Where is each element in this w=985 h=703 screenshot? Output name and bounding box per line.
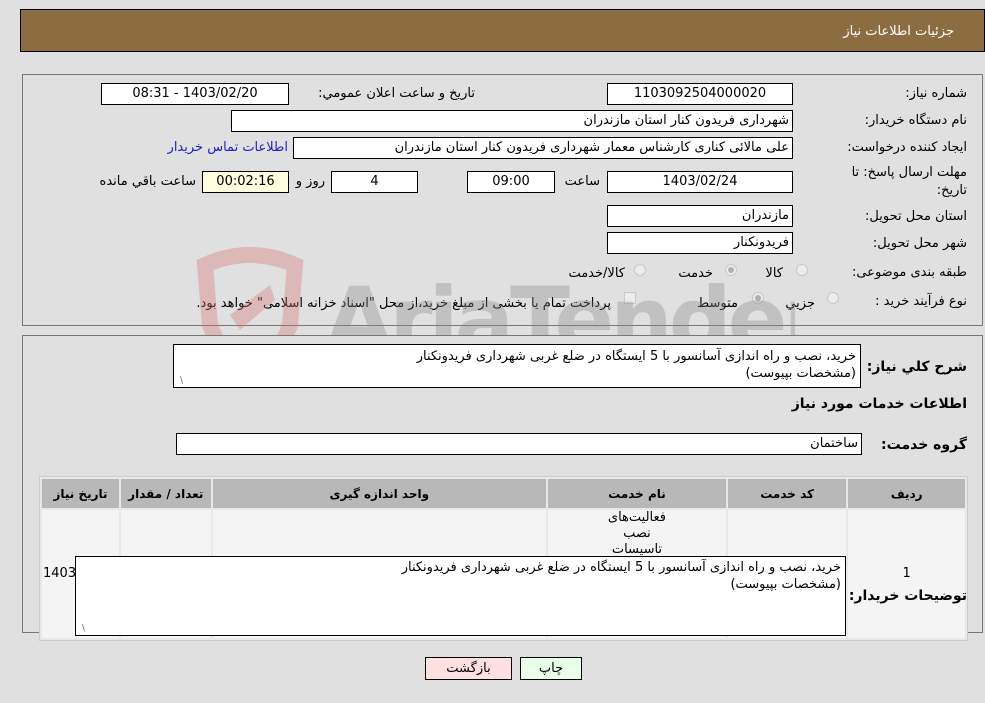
col-row-number: ردیف — [848, 479, 965, 508]
deadline-time-label: ساعت — [564, 174, 600, 189]
city-field: فریدونکنار — [607, 232, 793, 254]
remaining-days-field: 4 — [331, 171, 418, 193]
need-number-label: شماره نیاز: — [905, 86, 967, 101]
col-service-name: نام خدمت — [547, 479, 726, 508]
service-group-field: ساختمان — [176, 433, 862, 455]
buyer-notes-line1: خرید، نصب و راه اندازی آسانسور با 5 ایست… — [401, 560, 841, 575]
resize-grip-icon[interactable]: ∖ — [176, 377, 184, 386]
general-desc-line1: خرید، نصب و راه اندازی آسانسور با 5 ایست… — [416, 349, 856, 364]
buyer-org-label: نام دستگاه خریدار: — [864, 113, 967, 128]
col-unit: واحد اندازه گیری — [212, 479, 546, 508]
category-radio-goods-service[interactable] — [634, 264, 646, 276]
need-number-field: 1103092504000020 — [607, 83, 793, 105]
resize-grip-icon[interactable]: ∖ — [78, 625, 86, 634]
requester-field: علی مالائی کناری کارشناس معمار شهرداری ف… — [293, 137, 793, 159]
cell-row-number: 1 — [848, 510, 965, 638]
general-desc-textarea[interactable]: خرید، نصب و راه اندازی آسانسور با 5 ایست… — [173, 344, 861, 388]
remaining-time-label: ساعت باقي مانده — [99, 174, 196, 189]
requester-label: ایجاد کننده درخواست: — [847, 140, 967, 155]
category-radio-goods[interactable] — [796, 264, 808, 276]
category-label: طبقه بندی موضوعی: — [851, 265, 967, 280]
buyer-org-field: شهرداری فریدون کنار استان مازندران — [231, 110, 793, 132]
purchase-option-minor: جزيي — [785, 296, 815, 311]
general-desc-line2: (مشخصات بپیوست) — [745, 366, 856, 381]
treasury-checkbox[interactable] — [624, 292, 636, 304]
city-label: شهر محل تحویل: — [872, 236, 967, 251]
buyer-notes-textarea[interactable]: خرید، نصب و راه اندازی آسانسور با 5 ایست… — [75, 556, 846, 636]
service-group-label: گروه خدمت: — [881, 437, 967, 453]
category-option-service: خدمت — [678, 266, 713, 281]
buyer-notes-label: توضیحات خریدار: — [848, 588, 967, 604]
announce-datetime-label: تاریخ و ساعت اعلان عمومي: — [318, 86, 475, 101]
general-desc-label: شرح کلي نیاز: — [866, 359, 967, 375]
col-need-date: تاریخ نیاز — [42, 479, 119, 508]
print-button[interactable]: چاپ — [520, 657, 582, 680]
category-radio-service[interactable] — [725, 264, 737, 276]
purchase-radio-minor[interactable] — [827, 292, 839, 304]
deadline-time-field: 09:00 — [467, 171, 555, 193]
services-heading: اطلاعات خدمات مورد نیاز — [791, 396, 967, 412]
category-option-goods-service: کالا/خدمت — [568, 266, 625, 281]
page-header: جزئیات اطلاعات نیاز — [20, 9, 985, 52]
province-label: استان محل تحویل: — [865, 209, 967, 224]
treasury-checkbox-label: پرداخت تمام یا بخشی از مبلغ خرید،از محل … — [196, 296, 611, 311]
province-field: مازندران — [607, 205, 793, 227]
buyer-notes-line2: (مشخصات بپیوست) — [730, 577, 841, 592]
deadline-date-field: 1403/02/24 — [607, 171, 793, 193]
col-quantity: تعداد / مقدار — [120, 479, 211, 508]
back-button[interactable]: بازگشت — [425, 657, 512, 680]
page-title: جزئیات اطلاعات نیاز — [843, 24, 954, 39]
announce-datetime-field: 1403/02/20 - 08:31 — [101, 83, 289, 105]
days-label: روز و — [295, 174, 325, 189]
table-header-row: ردیف کد خدمت نام خدمت واحد اندازه گیری ت… — [42, 479, 965, 508]
buyer-contact-link[interactable]: اطلاعات تماس خریدار — [168, 140, 288, 155]
purchase-option-medium: متوسط — [697, 296, 738, 311]
col-service-code: کد خدمت — [728, 479, 847, 508]
purchase-radio-medium[interactable] — [752, 292, 764, 304]
purchase-type-label: نوع فرآیند خرید : — [875, 294, 967, 309]
deadline-label-line1: مهلت ارسال پاسخ: تا — [851, 165, 967, 180]
deadline-label-line2: تاریخ: — [936, 183, 967, 198]
category-option-goods: کالا — [765, 266, 783, 281]
remaining-time-field: 00:02:16 — [202, 171, 289, 193]
